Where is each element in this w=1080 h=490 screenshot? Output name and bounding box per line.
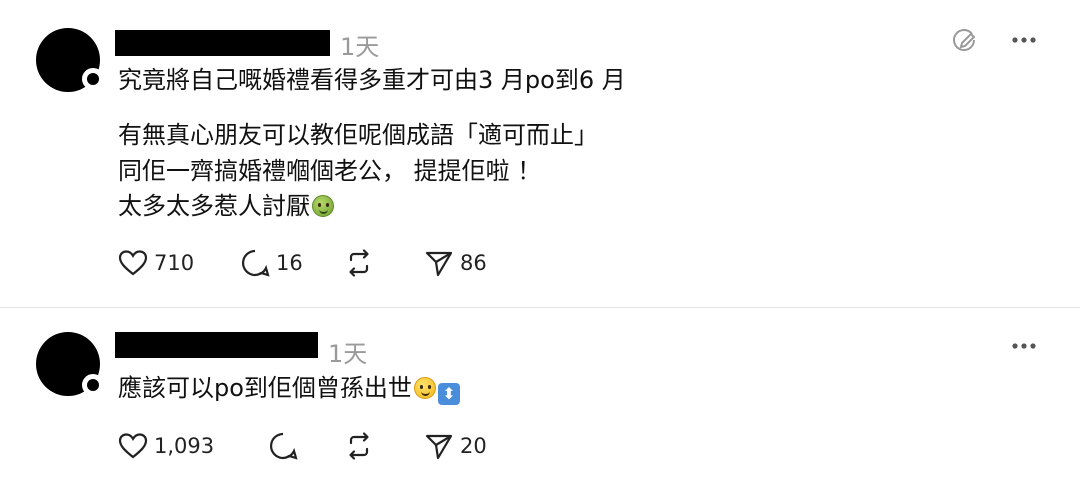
repost-button[interactable] — [344, 430, 374, 462]
heart-icon — [118, 433, 148, 459]
share-count: 86 — [460, 251, 487, 275]
reply-count: 16 — [276, 251, 303, 275]
reply-button[interactable]: 16 — [240, 247, 303, 279]
post-text-line-5-wrapper: 太多太多惹人討厭 — [118, 190, 334, 222]
edit-circle-icon[interactable] — [948, 24, 980, 56]
post-text-line-4: 同佢一齊搞婚禮嗰個老公， 提提佢啦 ！ — [118, 157, 542, 185]
send-icon — [425, 251, 453, 277]
post-text-line-5: 太多太多惹人討厭 — [118, 192, 310, 220]
post-time: 1天 — [328, 340, 368, 368]
comment-bubble-icon — [242, 249, 270, 277]
post-text-line-1: 究竟將自己嘅婚禮看得多重才可由3 月po到6 月 — [118, 66, 626, 94]
username-redacted[interactable] — [115, 30, 330, 56]
share-count: 20 — [460, 434, 487, 458]
avatar-badge — [82, 68, 104, 90]
slightly-smiling-face-emoji — [413, 377, 436, 399]
more-dots-icon[interactable] — [1008, 330, 1040, 362]
like-button[interactable]: 710 — [118, 247, 194, 279]
nauseated-face-emoji — [312, 195, 334, 217]
post-text-line-1: 應該可以po到佢個曾孫出世 — [118, 374, 412, 402]
heart-icon — [118, 250, 148, 276]
repost-arrows-icon — [349, 432, 369, 460]
post-time: 1天 — [340, 33, 380, 61]
post-text-line-wrapper: 應該可以po到佢個曾孫出世 ⬍ — [118, 372, 460, 405]
post-2: 1天 應該可以po到佢個曾孫出世 ⬍ 1,093 20 — [0, 308, 1080, 490]
like-count: 710 — [154, 251, 195, 275]
send-icon — [425, 434, 453, 460]
share-button[interactable]: 20 — [424, 430, 487, 462]
post-1: 1天 究竟將自己嘅婚禮看得多重才可由3 月po到6 月 有無真心朋友可以教佢呢個… — [0, 0, 1080, 307]
comment-bubble-icon — [270, 432, 298, 460]
like-count: 1,093 — [154, 434, 215, 458]
share-button[interactable]: 86 — [424, 247, 487, 279]
avatar-badge — [82, 374, 104, 396]
more-dots-icon[interactable] — [1008, 24, 1040, 56]
up-down-arrow-emoji: ⬍ — [437, 383, 460, 405]
like-button[interactable]: 1,093 — [118, 430, 214, 462]
repost-arrows-icon — [349, 249, 369, 277]
post-text-line-3: 有無真心朋友可以教佢呢個成語「適可而止」 — [118, 121, 598, 149]
username-redacted[interactable] — [115, 332, 318, 358]
repost-button[interactable] — [344, 247, 374, 279]
reply-button[interactable] — [268, 430, 298, 462]
